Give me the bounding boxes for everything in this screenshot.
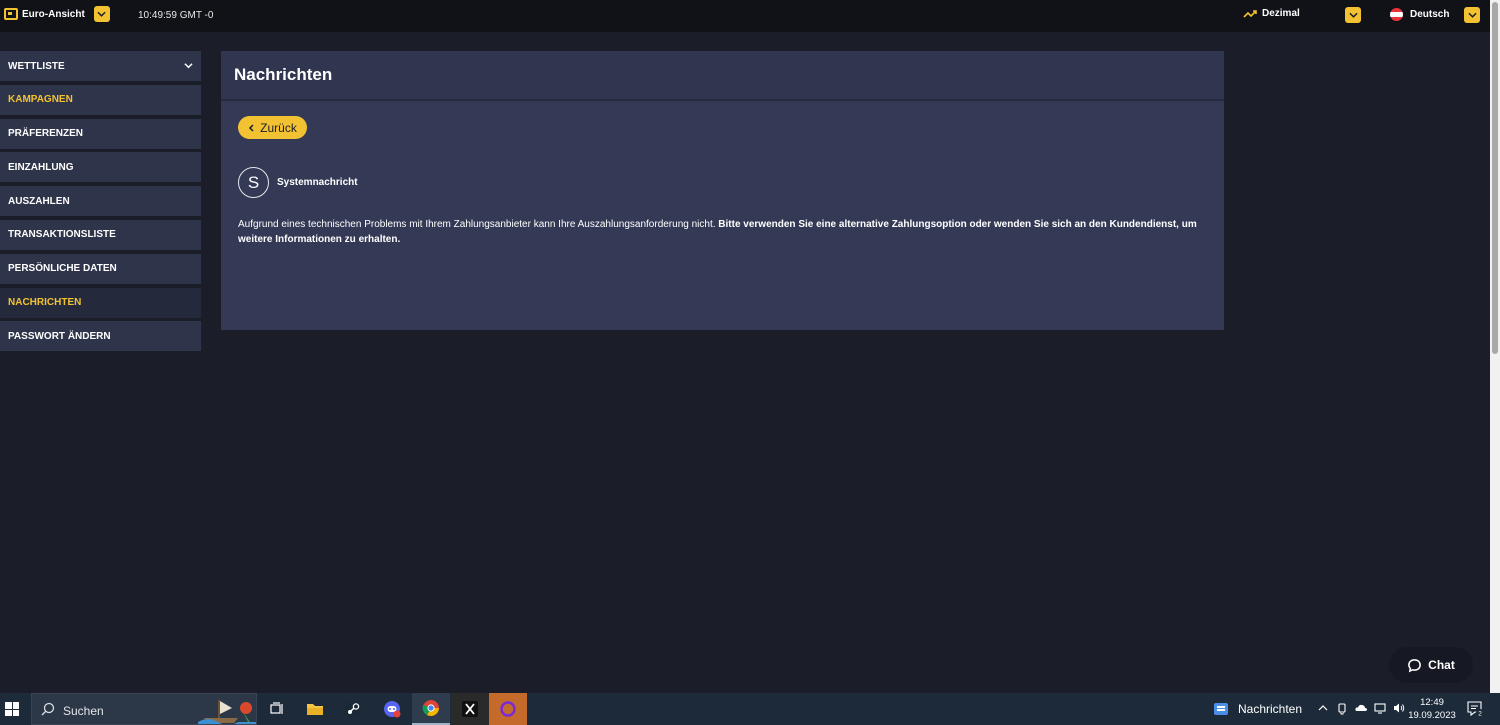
view-dropdown-button[interactable] [93, 6, 110, 22]
back-button[interactable]: Zurück [238, 116, 307, 139]
sidebar-item-label: EINZAHLUNG [8, 161, 74, 173]
discord-button[interactable] [373, 693, 411, 725]
chrome-button[interactable] [412, 693, 450, 725]
top-bar: Euro-Ansicht 10:49:59 GMT -0 Dezimal Deu… [0, 0, 1490, 32]
trend-icon [1243, 9, 1257, 18]
file-explorer-button[interactable] [296, 693, 334, 725]
discord-icon [384, 701, 401, 718]
page-title: Nachrichten [234, 65, 333, 84]
page-scrollbar[interactable] [1490, 0, 1500, 693]
news-icon [1214, 703, 1228, 715]
austria-flag-icon [1390, 8, 1403, 21]
sidebar-item-praeferenzen[interactable]: PRÄFERENZEN [0, 118, 201, 149]
odds-format-selector[interactable]: Dezimal [1243, 8, 1300, 19]
news-label: Nachrichten [1238, 702, 1303, 716]
panel-header: Nachrichten [221, 51, 1224, 101]
sidebar-item-wettliste[interactable]: WETTLISTE [0, 51, 201, 81]
sidebar-item-einzahlung[interactable]: EINZAHLUNG [0, 152, 201, 183]
message-body: Aufgrund eines technischen Problems mit … [238, 217, 1198, 247]
volume-icon[interactable] [1392, 701, 1406, 715]
windows-start-icon[interactable] [5, 702, 19, 716]
sidebar-item-label: AUSZAHLEN [8, 195, 70, 207]
sidebar-item-label: PASSWORT ÄNDERN [8, 330, 111, 342]
view-selector[interactable]: Euro-Ansicht [4, 6, 110, 22]
notification-count: 2 [1478, 710, 1482, 717]
device-icon[interactable] [1335, 701, 1349, 715]
view-label: Euro-Ansicht [22, 8, 85, 20]
sidebar-item-label: TRANSAKTIONSLISTE [8, 229, 116, 241]
chat-label: Chat [1428, 658, 1455, 672]
network-icon[interactable] [1373, 701, 1387, 715]
sidebar-item-persoenliche-daten[interactable]: PERSÖNLICHE DATEN [0, 253, 201, 284]
scrollbar-thumb[interactable] [1492, 2, 1498, 354]
chevron-down-icon [184, 63, 193, 69]
sidebar-item-kampagnen[interactable]: KAMPAGNEN [0, 84, 201, 115]
chat-bubble-icon [1408, 658, 1422, 672]
task-view-icon [270, 702, 283, 714]
search-placeholder: Suchen [63, 704, 104, 718]
sidebar-item-nachrichten[interactable]: NACHRICHTEN [0, 287, 201, 318]
language-dropdown-button[interactable] [1464, 7, 1480, 23]
sidebar-item-transaktionsliste[interactable]: TRANSAKTIONSLISTE [0, 219, 201, 250]
chevron-up-icon[interactable] [1316, 701, 1330, 715]
task-view-button[interactable] [258, 693, 296, 725]
sidebar-item-label: PERSÖNLICHE DATEN [8, 263, 117, 275]
search-icon [41, 702, 55, 716]
steam-icon [345, 701, 361, 717]
taskbar-news-widget[interactable]: Nachrichten [1214, 702, 1302, 716]
chrome-icon [422, 700, 439, 717]
windows-taskbar: Suchen Nachrichten 12:49 19.09.2023 2 [0, 693, 1500, 725]
x-app-icon [462, 701, 478, 717]
back-button-label: Zurück [260, 120, 297, 135]
chevron-down-icon [1467, 12, 1477, 18]
sidebar-item-auszahlen[interactable]: AUSZAHLEN [0, 186, 201, 217]
sidebar-item-label: PRÄFERENZEN [8, 128, 84, 140]
language-selector[interactable]: Deutsch [1390, 8, 1449, 21]
taskbar-search[interactable]: Suchen [31, 693, 257, 725]
sidebar-item-label: WETTLISTE [8, 60, 65, 72]
app-x-button[interactable] [451, 693, 489, 725]
clock-time: 12:49 [1420, 697, 1444, 708]
taskbar-clock[interactable]: 12:49 19.09.2023 [1407, 696, 1457, 722]
sidebar-item-label: NACHRICHTEN [8, 297, 82, 309]
search-highlight-art-icon [198, 700, 256, 724]
chevron-down-icon [1348, 12, 1358, 18]
language-label: Deutsch [1410, 9, 1450, 20]
system-tray [1316, 701, 1406, 715]
odds-format-label: Dezimal [1262, 8, 1300, 19]
message-text: Aufgrund eines technischen Problems mit … [238, 219, 716, 230]
chevron-left-icon [249, 123, 254, 132]
account-sidebar: WETTLISTE KAMPAGNEN PRÄFERENZEN EINZAHLU… [0, 51, 201, 355]
steam-button[interactable] [334, 693, 372, 725]
message-sender: Systemnachricht [277, 177, 358, 188]
euro-view-icon [4, 8, 18, 20]
sidebar-item-label: KAMPAGNEN [8, 94, 73, 106]
cloud-icon[interactable] [1354, 701, 1368, 715]
sidebar-item-passwort-aendern[interactable]: PASSWORT ÄNDERN [0, 321, 201, 352]
app-circle-button[interactable] [489, 693, 527, 725]
chevron-down-icon [97, 11, 106, 17]
odds-dropdown-button[interactable] [1345, 7, 1361, 23]
clock-date: 19.09.2023 [1408, 710, 1456, 721]
notification-center-icon[interactable]: 2 [1467, 701, 1484, 717]
sender-avatar: S [238, 167, 269, 198]
server-time: 10:49:59 GMT -0 [138, 10, 214, 21]
folder-icon [307, 704, 323, 715]
circle-app-icon [500, 701, 516, 717]
messages-panel: Nachrichten Zurück S Systemnachricht Auf… [221, 51, 1224, 330]
chat-button[interactable]: Chat [1389, 647, 1473, 683]
